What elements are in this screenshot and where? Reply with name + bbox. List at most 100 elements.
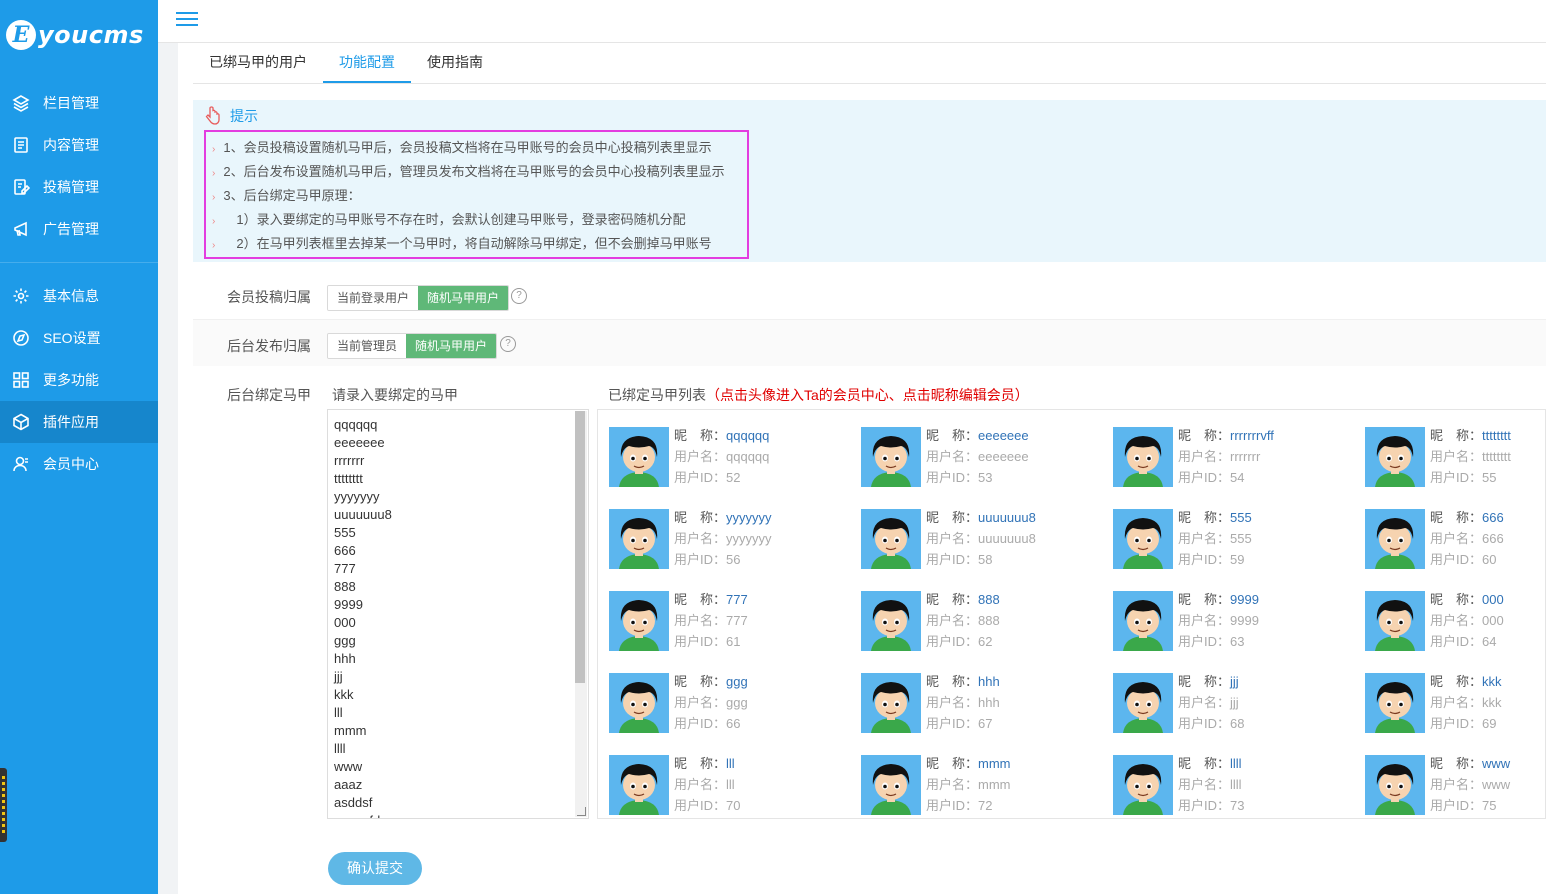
user-username: 777 [726,613,748,628]
user-nick-link[interactable]: ggg [726,674,748,689]
user-avatar[interactable] [1365,673,1425,733]
sidebar-item-label: 更多功能 [43,372,99,388]
user-nick-link[interactable]: 555 [1230,510,1252,525]
user-username-row: 用户名：llll [1178,774,1244,795]
textarea-line: jjj [334,669,343,684]
user-username-row: 用户名：uuuuuuu8 [926,528,1036,549]
user-nick-link[interactable]: lll [726,756,735,771]
user-nick-link[interactable]: 888 [978,592,1000,607]
textarea-scrollbar[interactable] [575,411,587,817]
user-avatar[interactable] [609,591,669,651]
user-avatar[interactable] [861,673,921,733]
user-id: 58 [978,552,993,567]
user-avatar[interactable] [609,755,669,815]
sidebar-item-label: 栏目管理 [43,95,99,111]
sidebar-item[interactable]: 会员中心 [0,443,158,485]
user-avatar[interactable] [861,427,921,487]
user-avatar[interactable] [861,509,921,569]
user-avatar[interactable] [1365,755,1425,815]
sidebar-item[interactable]: SEO设置 [0,317,158,359]
user-id-label: 用户ID： [926,634,979,649]
user-nick-link[interactable]: mmm [978,756,1011,771]
user-avatar[interactable] [1365,591,1425,651]
sidebar-item-label: 会员中心 [43,456,99,472]
user-avatar[interactable] [861,591,921,651]
user-id-row: 用户ID：61 [674,631,748,652]
toggle-option[interactable]: 随机马甲用户 [418,286,509,310]
bind-list-title: 已绑定马甲列表（点击头像进入Ta的会员中心、点击昵称编辑会员） [608,385,1029,405]
user-nick-row: 昵 称：888 [926,589,1000,610]
user-avatar[interactable] [1113,509,1173,569]
tip-line: › 1）录入要绑定的马甲账号不存在时，会默认创建马甲账号，登录密码随机分配 [212,208,747,232]
tab[interactable]: 已绑马甲的用户 [193,43,323,83]
toggle-option[interactable]: 随机马甲用户 [406,334,497,358]
user-id: 53 [978,470,993,485]
textarea-line: tttttttt [334,471,363,486]
sidebar-item[interactable]: 内容管理 [0,124,158,166]
user-avatar[interactable] [609,509,669,569]
textarea-content: qqqqqq eeeeeee rrrrrrr tttttttt yyyyyyy uuuuu… [328,410,588,818]
toggle-option[interactable]: 当前登录用户 [328,286,419,310]
user-card: 昵 称：tttttttt 用户名：tttttttt 用户ID：55 [1365,427,1545,493]
help-icon[interactable]: ? [500,336,516,352]
sidebar-item[interactable]: 投稿管理 [0,166,158,208]
user-nick-link[interactable]: hhh [978,674,1000,689]
user-info: 昵 称：eeeeeee 用户名：eeeeeee 用户ID：53 [926,425,1029,488]
tab[interactable]: 功能配置 [323,43,411,83]
user-nick-link[interactable]: kkk [1482,674,1502,689]
sidebar-item[interactable]: 栏目管理 [0,82,158,124]
user-id-row: 用户ID：55 [1430,467,1511,488]
user-card: 昵 称：www 用户名：www 用户ID：75 [1365,755,1545,819]
sidebar-item[interactable]: 更多功能 [0,359,158,401]
user-avatar[interactable] [1113,755,1173,815]
textarea-line: uuuuuuu8 [334,507,392,522]
user-nick-row: 昵 称：jjj [1178,671,1244,692]
sidebar-item-label: SEO设置 [43,330,101,346]
sidebar-item[interactable]: 插件应用 [0,401,158,443]
user-avatar[interactable] [1365,427,1425,487]
sidebar-item[interactable]: 广告管理 [0,208,158,250]
bind-textarea[interactable]: qqqqqq eeeeeee rrrrrrr tttttttt yyyyyyy uuuuu… [327,409,589,819]
user-nick-link[interactable]: 000 [1482,592,1504,607]
side-drag-handle[interactable] [0,768,7,842]
submit-button[interactable]: 确认提交 [328,852,422,885]
resize-grip-icon[interactable] [577,807,586,816]
user-nick-link[interactable]: jjj [1230,674,1239,689]
logo[interactable]: E youcms [0,0,158,70]
user-info: 昵 称：yyyyyyy 用户名：yyyyyyy 用户ID：56 [674,507,772,570]
user-avatar[interactable] [1113,427,1173,487]
user-nick-link[interactable]: 666 [1482,510,1504,525]
toggle-option[interactable]: 当前管理员 [328,334,407,358]
user-nick-link[interactable]: rrrrrrrvff [1230,428,1274,443]
user-username: eeeeeee [978,449,1029,464]
user-card: 昵 称：llll 用户名：llll 用户ID：73 [1113,755,1363,819]
help-icon[interactable]: ? [511,288,527,304]
scrollbar-thumb[interactable] [575,411,585,683]
user-username-row: 用户名：666 [1430,528,1504,549]
user-nick-link[interactable]: 9999 [1230,592,1259,607]
sidebar-item[interactable]: 基本信息 [0,275,158,317]
user-nick-link[interactable]: qqqqqq [726,428,769,443]
tab[interactable]: 使用指南 [411,43,499,83]
user-nick-link[interactable]: uuuuuuu8 [978,510,1036,525]
user-avatar[interactable] [1365,509,1425,569]
user-nick-link[interactable]: llll [1230,756,1242,771]
user-nick-link[interactable]: yyyyyyy [726,510,772,525]
user-nick-link[interactable]: tttttttt [1482,428,1511,443]
user-id: 69 [1482,716,1497,731]
menu-toggle-icon[interactable] [176,8,198,28]
username-label: 用户名： [674,531,727,546]
user-info: 昵 称：lll 用户名：lll 用户ID：70 [674,753,740,816]
user-avatar[interactable] [1113,591,1173,651]
sidebar-group: 基本信息 SEO设置更多功能插件应用会员中心 [0,263,158,497]
user-avatar[interactable] [1113,673,1173,733]
user-avatar[interactable] [861,755,921,815]
user-avatar[interactable] [609,427,669,487]
user-nick-link[interactable]: 777 [726,592,748,607]
user-id: 70 [726,798,741,813]
bind-list-title-text: 已绑定马甲列表 [608,387,706,403]
user-nick-row: 昵 称：llll [1178,753,1244,774]
user-nick-link[interactable]: www [1482,756,1510,771]
user-avatar[interactable] [609,673,669,733]
user-nick-link[interactable]: eeeeeee [978,428,1029,443]
